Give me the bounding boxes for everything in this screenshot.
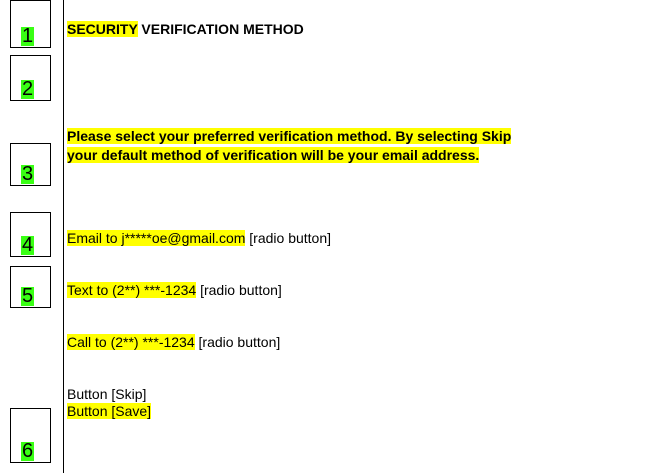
page-title: SECURITY VERIFICATION METHOD (67, 20, 304, 38)
option-call-radio[interactable]: [radio button] (195, 334, 281, 350)
marker-box-4: 4 (10, 212, 51, 257)
marker-2: 2 (21, 78, 35, 100)
instruction-line-2: your default method of verification will… (67, 147, 480, 163)
option-call[interactable]: Call to (2**) ***-1234 [radio button] (67, 333, 280, 351)
marker-box-6: 6 (10, 408, 51, 463)
option-text[interactable]: Text to (2**) ***-1234 [radio button] (67, 281, 282, 299)
skip-button[interactable]: Button [Skip] (67, 385, 146, 403)
save-button-label: Button [Save] (67, 403, 152, 419)
title-highlight: SECURITY (67, 21, 138, 37)
instruction-line-1: Please select your preferred verificatio… (67, 128, 512, 144)
marker-4: 4 (21, 234, 35, 256)
marker-box-1: 1 (10, 0, 51, 48)
marker-box-3: 3 (10, 143, 51, 186)
marker-5: 5 (21, 285, 35, 307)
option-call-label: Call to (2**) ***-1234 (67, 334, 195, 350)
marker-6: 6 (21, 440, 35, 462)
marker-box-2: 2 (10, 55, 51, 101)
option-email[interactable]: Email to j*****oe@gmail.com [radio butto… (67, 229, 331, 247)
option-text-radio[interactable]: [radio button] (196, 282, 282, 298)
margin-line (63, 0, 64, 473)
title-rest: VERIFICATION METHOD (137, 21, 304, 37)
marker-box-5: 5 (10, 266, 51, 308)
option-email-label: Email to j*****oe@gmail.com (67, 230, 246, 246)
marker-3: 3 (21, 163, 35, 185)
option-text-label: Text to (2**) ***-1234 (67, 282, 197, 298)
save-button[interactable]: Button [Save] (67, 402, 152, 420)
option-email-radio[interactable]: [radio button] (245, 230, 331, 246)
marker-1: 1 (21, 25, 35, 47)
